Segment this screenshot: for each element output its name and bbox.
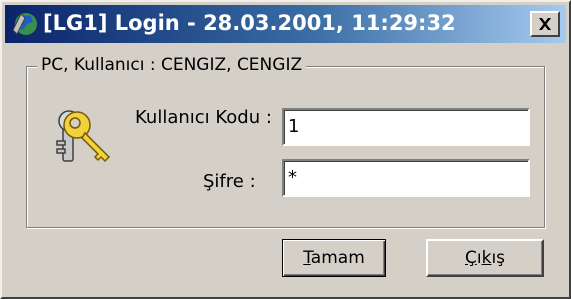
user-code-input[interactable]: 1 — [282, 108, 530, 146]
login-dialog: [LG1] Login - 28.03.2001, 11:29:32 PC, K… — [0, 0, 571, 299]
exit-button-label: Çıkış — [464, 248, 506, 268]
title-bar[interactable]: [LG1] Login - 28.03.2001, 11:29:32 — [5, 5, 566, 43]
close-icon — [539, 18, 551, 30]
password-input[interactable]: * — [282, 159, 530, 197]
user-groupbox: PC, Kullanıcı : CENGIZ, CENGIZ Kullanıcı… — [26, 55, 545, 228]
window-title: [LG1] Login - 28.03.2001, 11:29:32 — [43, 11, 456, 35]
ok-button-label: Tamam — [303, 248, 365, 268]
password-label: Şifre : — [203, 171, 256, 192]
globe-icon — [12, 13, 37, 35]
ok-button[interactable]: Tamam — [282, 239, 386, 277]
keys-icon — [56, 110, 111, 163]
exit-button[interactable]: Çıkış — [426, 239, 544, 277]
close-button[interactable] — [530, 11, 560, 37]
user-code-label: Kullanıcı Kodu : — [135, 107, 272, 128]
group-legend: PC, Kullanıcı : CENGIZ, CENGIZ — [37, 55, 307, 75]
